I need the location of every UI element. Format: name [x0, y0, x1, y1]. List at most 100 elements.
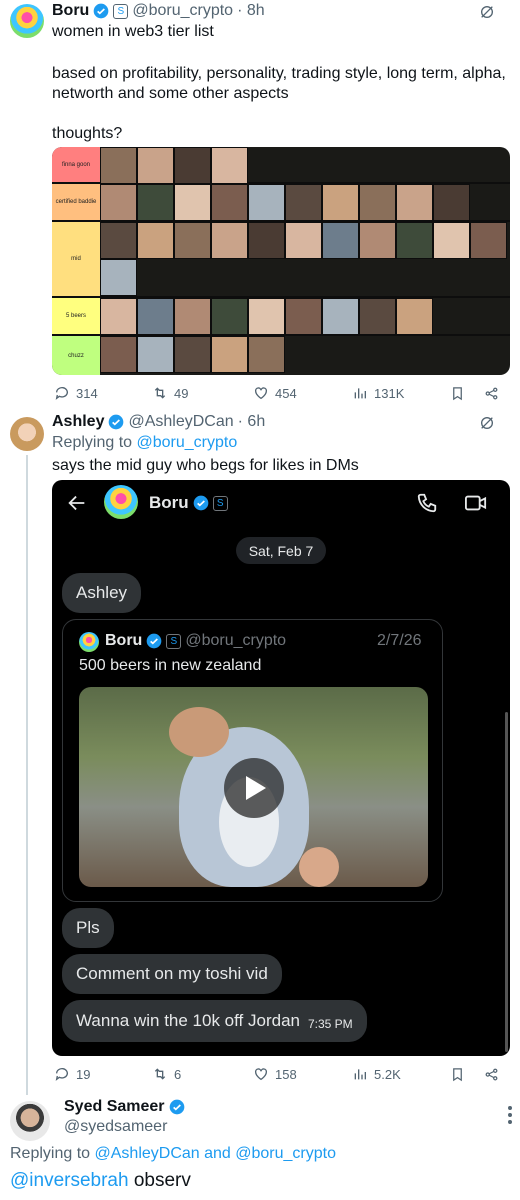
quote-author-handle: @boru_crypto	[185, 632, 287, 649]
tier-thumbnail	[285, 298, 322, 335]
tier-row: mid	[52, 222, 510, 298]
tweet-text-line2: based on profitability, personality, tra…	[52, 65, 506, 102]
tier-thumbnail	[174, 298, 211, 335]
verified-badge-icon	[109, 414, 124, 430]
dm-contact-avatar	[104, 485, 138, 519]
replying-to-link[interactable]: @AshleyDCan and @boru_crypto	[95, 1145, 337, 1162]
bookmark-icon[interactable]	[450, 1067, 465, 1082]
repost-icon	[154, 1068, 166, 1080]
quote-date: 2/7/26	[377, 632, 422, 649]
heart-icon	[255, 1068, 267, 1081]
tier-list-image[interactable]: finna goon certified baddie mid 5 beers …	[52, 147, 510, 375]
affiliate-badge-icon: S	[113, 3, 129, 19]
replying-to-label: Replying to	[52, 434, 137, 451]
replying-to-label: Replying to	[10, 1145, 95, 1162]
author-handle[interactable]: @AshleyDCan	[128, 413, 233, 431]
tier-thumbnail	[322, 222, 359, 259]
tier-thumbnail	[359, 184, 396, 221]
tier-thumbnail	[285, 222, 322, 259]
tier-label: 5 beers	[52, 298, 100, 334]
tier-thumbnail	[211, 222, 248, 259]
reply-icon	[55, 387, 68, 400]
dm-message-time: 7:35 PM	[307, 1017, 353, 1031]
tier-thumbnail	[137, 298, 174, 335]
tier-thumbnail	[396, 298, 433, 335]
dm-date-pill: Sat, Feb 7	[236, 537, 326, 564]
dm-message: Ashley	[62, 573, 142, 613]
tier-thumbnail	[211, 298, 248, 335]
dm-shared-post: Boru S @boru_crypto 2/7/26 500 beers in …	[62, 619, 443, 902]
views-icon	[354, 1069, 366, 1080]
tier-label: certified baddie	[52, 184, 100, 220]
tier-thumbnail	[100, 298, 137, 335]
affiliate-badge-icon: S	[212, 495, 228, 511]
mention-link[interactable]: @inversebrah	[10, 1170, 129, 1191]
reply-icon	[55, 1068, 68, 1081]
tier-thumbnail	[433, 184, 470, 221]
share-icon[interactable]	[484, 386, 499, 401]
dm-message: Wanna win the 10k off Jordan 7:35 PM	[62, 1000, 367, 1042]
verified-badge-icon	[146, 633, 162, 649]
avatar-syed[interactable]	[10, 1101, 50, 1141]
tier-thumbnail	[100, 147, 137, 184]
tier-thumbnail	[137, 222, 174, 259]
tweet-time[interactable]: · 6h	[238, 413, 266, 431]
quote-text: 500 beers in new zealand	[79, 657, 262, 674]
tier-thumbnail	[174, 184, 211, 221]
tier-thumbnail	[396, 222, 433, 259]
tier-thumbnail	[359, 298, 396, 335]
tier-label: chuzz	[52, 336, 100, 375]
repost-icon	[154, 387, 166, 399]
author-name[interactable]: Ashley	[52, 413, 104, 431]
tier-thumbnail	[211, 184, 248, 221]
author-name[interactable]: Boru	[52, 2, 89, 20]
video-thumbnail	[79, 687, 428, 887]
more-icon[interactable]	[506, 1104, 514, 1126]
tier-row: finna goon	[52, 147, 510, 184]
tier-thumbnail	[433, 222, 470, 259]
avatar-ashley[interactable]	[10, 417, 44, 451]
repost-button[interactable]: 6	[152, 1066, 181, 1082]
like-button[interactable]: 454	[253, 385, 297, 401]
quote-author-name: Boru	[105, 632, 143, 649]
views-button[interactable]: 131K	[352, 385, 404, 401]
tier-thumbnail	[322, 184, 359, 221]
avatar-boru	[79, 632, 99, 652]
views-icon	[354, 388, 366, 399]
like-button[interactable]: 158	[253, 1066, 297, 1082]
dm-scrollbar[interactable]	[505, 712, 508, 1052]
tier-thumbnail	[248, 298, 285, 335]
author-handle[interactable]: @syedsameer	[64, 1118, 167, 1136]
heart-icon	[255, 387, 267, 400]
repost-button[interactable]: 49	[152, 385, 188, 401]
tier-thumbnail	[100, 336, 137, 373]
tier-thumbnail	[359, 222, 396, 259]
reply-button[interactable]: 19	[54, 1066, 90, 1082]
tier-thumbnail	[100, 222, 137, 259]
tweet-time[interactable]: · 8h	[237, 2, 265, 20]
tier-thumbnail	[396, 184, 433, 221]
grok-icon[interactable]	[479, 415, 495, 431]
replying-to-link[interactable]: @boru_crypto	[137, 434, 238, 451]
views-button[interactable]: 5.2K	[352, 1066, 401, 1082]
author-name[interactable]: Syed Sameer	[64, 1098, 165, 1116]
tier-thumbnail	[137, 147, 174, 184]
verified-badge-icon	[193, 495, 209, 511]
tweet-text-line1: women in web3 tier list	[52, 23, 214, 40]
tier-thumbnail	[470, 222, 507, 259]
grok-icon[interactable]	[479, 4, 495, 20]
tier-label: mid	[52, 222, 100, 296]
tier-row: certified baddie	[52, 184, 510, 222]
dm-screenshot-image[interactable]: Boru S Sat, Feb 7 Ashley Boru S @boru_cr…	[52, 480, 510, 1056]
avatar-boru[interactable]	[10, 4, 44, 38]
tier-thumbnail	[248, 184, 285, 221]
tweet-text: says the mid guy who begs for likes in D…	[52, 457, 359, 474]
reply-button[interactable]: 314	[54, 385, 98, 401]
share-icon[interactable]	[484, 1067, 499, 1082]
tweet-text-line3: thoughts?	[52, 125, 123, 142]
tier-label: finna goon	[52, 147, 100, 182]
bookmark-icon[interactable]	[450, 386, 465, 401]
tier-thumbnail	[137, 336, 174, 373]
tier-thumbnail	[248, 222, 285, 259]
author-handle[interactable]: @boru_crypto	[132, 2, 233, 20]
